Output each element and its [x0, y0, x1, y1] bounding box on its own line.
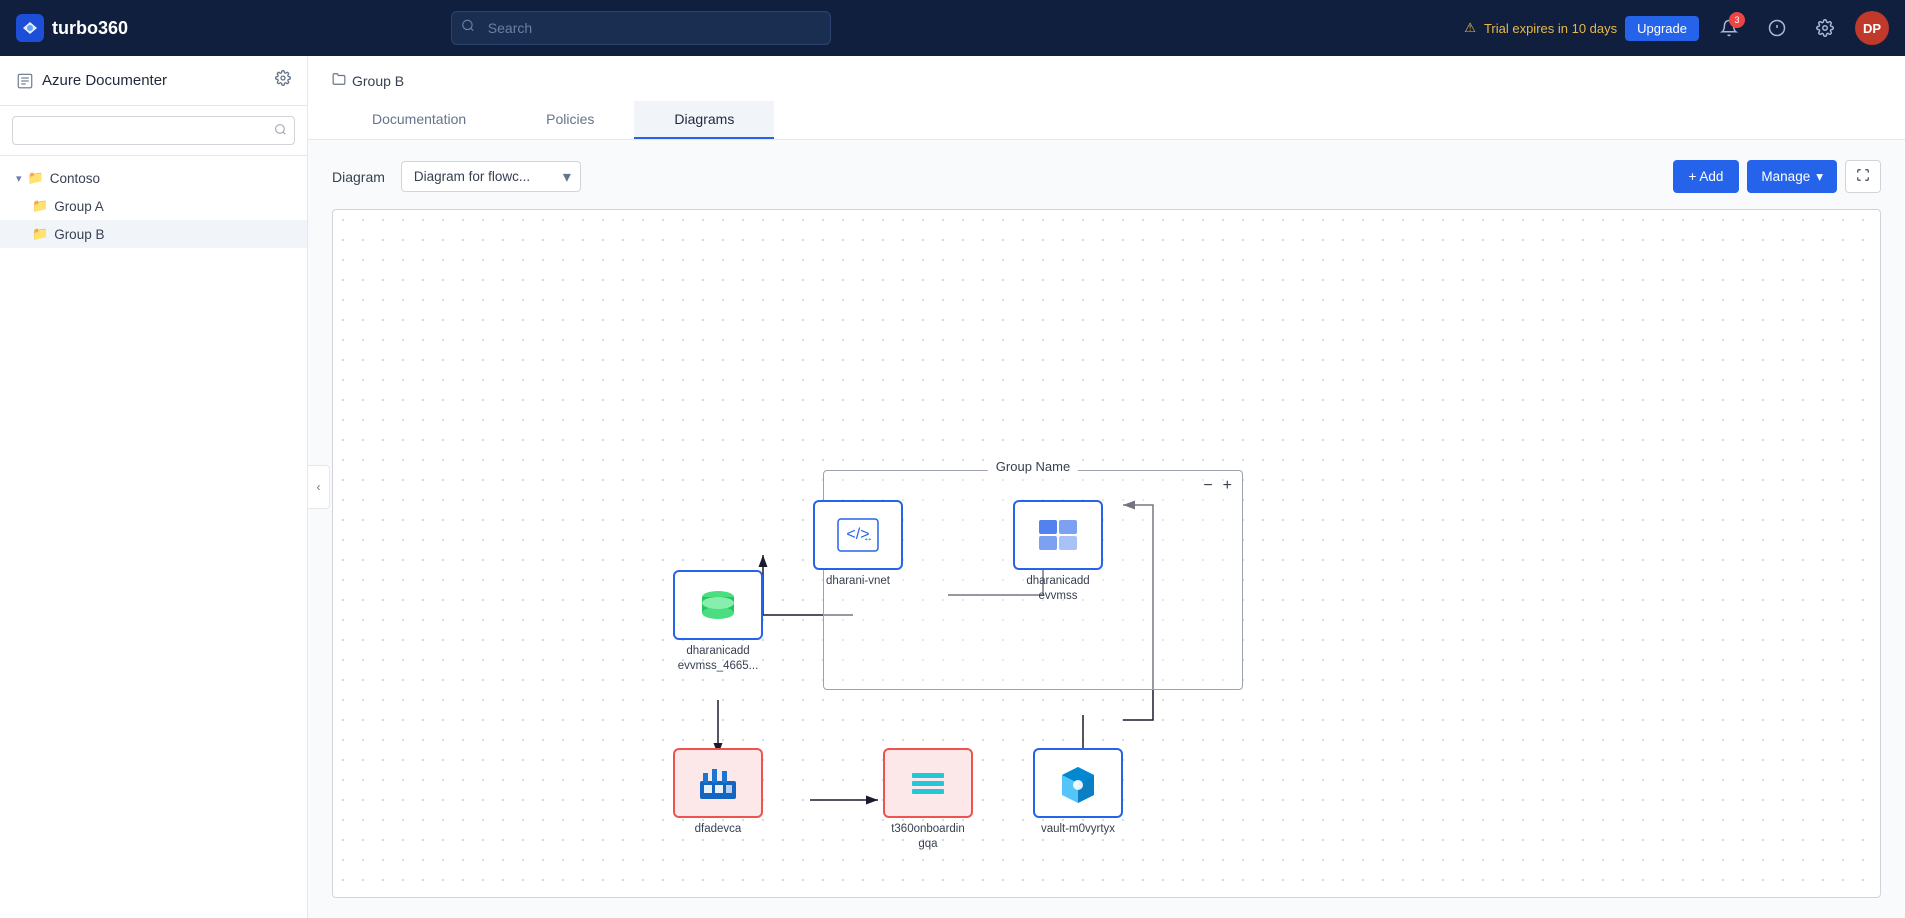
canvas-inner: Group Name − + </> ↔ — [333, 210, 1880, 897]
sidebar-title: Azure Documenter — [42, 72, 167, 89]
zoom-plus-button[interactable]: + — [1223, 477, 1232, 495]
manage-label: Manage — [1761, 169, 1810, 184]
add-button[interactable]: + Add — [1673, 160, 1740, 193]
group-box-controls: − + — [1203, 477, 1232, 495]
queue-icon — [906, 765, 950, 801]
manage-button[interactable]: Manage ▾ — [1747, 160, 1837, 193]
sidebar-search-input[interactable] — [12, 116, 295, 145]
settings-button[interactable] — [1807, 10, 1843, 46]
content-area: Group B Documentation Policies Diagrams … — [308, 56, 1905, 918]
user-avatar[interactable]: DP — [1855, 11, 1889, 45]
node-box-t360onboardinggqa — [883, 748, 973, 818]
node-box-dharanicaddevvmss — [1013, 500, 1103, 570]
node-t360onboardinggqa[interactable]: t360onboardingqa — [883, 748, 973, 852]
search-icon — [461, 19, 475, 38]
sidebar-settings-icon[interactable] — [275, 70, 291, 91]
app-name: turbo360 — [52, 18, 128, 39]
node-label-dharanicaddevvmss: dharanicaddevvmss — [1026, 574, 1089, 604]
diagram-actions: + Add Manage ▾ — [1673, 160, 1882, 193]
content-header: Group B Documentation Policies Diagrams — [308, 56, 1905, 140]
alerts-button[interactable] — [1759, 10, 1795, 46]
tab-policies[interactable]: Policies — [506, 101, 634, 139]
node-box-dfadevca — [673, 748, 763, 818]
node-label-t360onboardinggqa: t360onboardingqa — [891, 822, 965, 852]
documenter-icon — [16, 72, 34, 90]
diagram-select[interactable]: Diagram for flowc... — [401, 161, 581, 192]
node-box-dharanicaddevvmss4665 — [673, 570, 763, 640]
main-layout: Azure Documenter ▾ 📁 — [0, 56, 1905, 918]
diagram-toolbar: Diagram Diagram for flowc... ▾ + Add Man… — [332, 160, 1881, 193]
vmss-icon — [1036, 517, 1080, 553]
sidebar-item-group-b[interactable]: 📁 Group B — [0, 220, 307, 248]
group-name-label: Group Name — [988, 459, 1078, 474]
breadcrumb: Group B — [332, 72, 1881, 89]
node-dharanicaddevvmss4665[interactable]: dharanicaddevvmss_4665... — [673, 570, 763, 674]
node-label-dharanicaddevvmss4665: dharanicaddevvmss_4665... — [678, 644, 759, 674]
diagram-select-wrapper: Diagram for flowc... ▾ — [401, 161, 581, 192]
zoom-minus-button[interactable]: − — [1203, 477, 1212, 495]
diagram-canvas: Group Name − + </> ↔ — [332, 209, 1881, 898]
sidebar-collapse-button[interactable]: ‹ — [308, 465, 330, 509]
node-dharanicaddevvmss[interactable]: dharanicaddevvmss — [1013, 500, 1103, 604]
node-vault-m0vyrtyx[interactable]: vault-m0vyrtyx — [1033, 748, 1123, 837]
notifications-button[interactable]: 3 — [1711, 10, 1747, 46]
node-dharani-vnet[interactable]: </> ↔ dharani-vnet — [813, 500, 903, 589]
chevron-down-icon: ▾ — [1816, 169, 1823, 185]
breadcrumb-text: Group B — [352, 73, 404, 89]
folder-icon: 📁 — [32, 226, 48, 242]
fullscreen-button[interactable] — [1845, 160, 1881, 193]
node-label-vault-m0vyrtyx: vault-m0vyrtyx — [1041, 822, 1115, 837]
logo-icon — [16, 14, 44, 42]
node-label-dfadevca: dfadevca — [695, 822, 742, 837]
trial-text: Trial expires in 10 days — [1484, 21, 1617, 36]
diagram-section-label: Diagram — [332, 169, 385, 185]
breadcrumb-folder-icon — [332, 72, 346, 89]
node-label-dharani-vnet: dharani-vnet — [826, 574, 890, 589]
sidebar-search-icon — [274, 123, 287, 139]
svg-text:↔: ↔ — [863, 533, 873, 544]
node-box-vault-m0vyrtyx — [1033, 748, 1123, 818]
trial-banner: ⚠ Trial expires in 10 days Upgrade — [1464, 16, 1699, 41]
sidebar-item-group-a[interactable]: 📁 Group A — [0, 192, 307, 220]
factory-icon — [698, 765, 738, 801]
chevron-down-icon: ▾ — [16, 172, 22, 185]
collapse-icon: ‹ — [317, 480, 321, 494]
sidebar-item-label: Group A — [54, 199, 104, 214]
storage-icon — [696, 583, 740, 627]
tab-diagrams[interactable]: Diagrams — [634, 101, 774, 139]
vnet-icon: </> ↔ — [836, 517, 880, 553]
sidebar: Azure Documenter ▾ 📁 — [0, 56, 308, 918]
node-dfadevca[interactable]: dfadevca — [673, 748, 763, 837]
app-logo: turbo360 — [16, 14, 128, 42]
sidebar-search-area — [0, 106, 307, 156]
notification-count: 3 — [1729, 12, 1745, 28]
node-box-dharani-vnet: </> ↔ — [813, 500, 903, 570]
vault-icon — [1056, 763, 1100, 803]
tab-documentation[interactable]: Documentation — [332, 101, 506, 139]
sidebar-tree: ▾ 📁 Contoso 📁 Group A 📁 Group B — [0, 156, 307, 918]
diagram-section: Diagram Diagram for flowc... ▾ + Add Man… — [308, 140, 1905, 918]
tabs-bar: Documentation Policies Diagrams — [332, 101, 1881, 139]
gear-icon — [1816, 19, 1834, 37]
folder-icon: 📁 — [28, 170, 44, 186]
alert-icon — [1768, 19, 1786, 37]
upgrade-button[interactable]: Upgrade — [1625, 16, 1699, 41]
warning-icon: ⚠ — [1464, 20, 1476, 36]
sidebar-item-contoso[interactable]: ▾ 📁 Contoso — [0, 164, 307, 192]
topnav-right: ⚠ Trial expires in 10 days Upgrade 3 DP — [1464, 10, 1889, 46]
folder-icon: 📁 — [32, 198, 48, 214]
topnav: turbo360 ⚠ Trial expires in 10 days Upgr… — [0, 0, 1905, 56]
sidebar-item-label: Contoso — [50, 171, 100, 186]
sidebar-header: Azure Documenter — [0, 56, 307, 106]
fullscreen-icon — [1856, 168, 1870, 182]
search-bar — [451, 11, 831, 45]
sidebar-item-label: Group B — [54, 227, 104, 242]
sidebar-title-area: Azure Documenter — [16, 72, 167, 90]
search-input[interactable] — [451, 11, 831, 45]
